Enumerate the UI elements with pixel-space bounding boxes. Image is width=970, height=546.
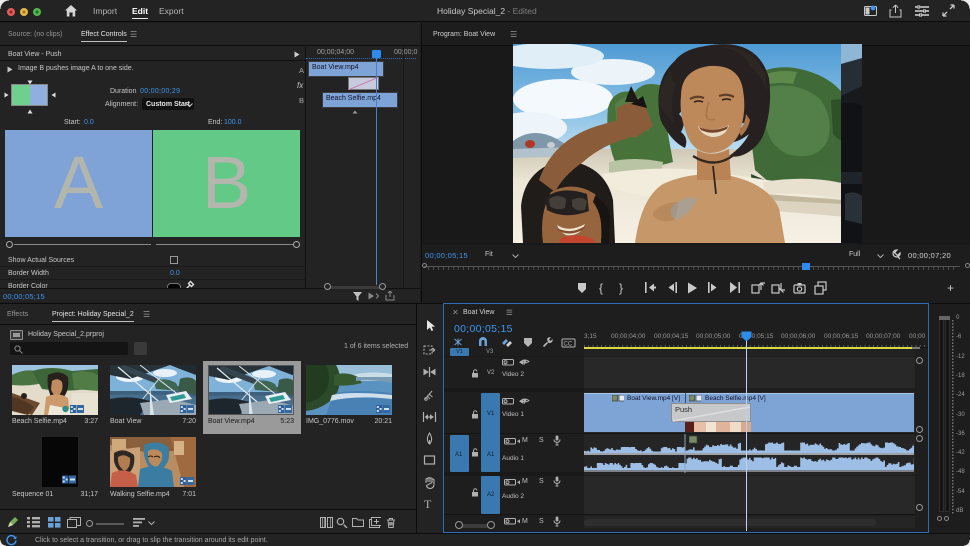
svg-text:T: T	[424, 498, 432, 510]
svg-text:CC: CC	[564, 342, 573, 348]
svg-text:}: }	[619, 281, 623, 295]
svg-text:{: {	[599, 281, 603, 295]
